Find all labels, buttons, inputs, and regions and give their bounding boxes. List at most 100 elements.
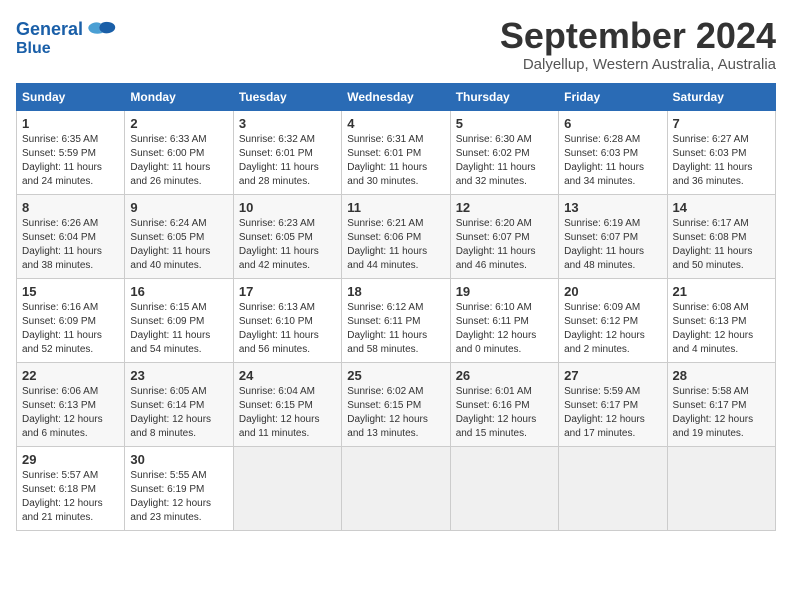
calendar-cell: 30 Sunrise: 5:55 AM Sunset: 6:19 PM Dayl… [125, 446, 233, 530]
day-info: Sunrise: 6:12 AM Sunset: 6:11 PM Dayligh… [347, 301, 444, 357]
day-info: Sunrise: 6:32 AM Sunset: 6:01 PM Dayligh… [239, 133, 336, 189]
day-info: Sunrise: 5:57 AM Sunset: 6:18 PM Dayligh… [22, 469, 119, 525]
sunset-label: Sunset: 6:17 PM [564, 400, 638, 411]
day-info: Sunrise: 6:31 AM Sunset: 6:01 PM Dayligh… [347, 133, 444, 189]
sunset-label: Sunset: 6:09 PM [22, 316, 96, 327]
day-number: 2 [130, 116, 227, 131]
page-header: General Blue September 2024 Dalyellup, W… [16, 16, 776, 73]
day-number: 30 [130, 452, 227, 467]
day-number: 27 [564, 368, 661, 383]
calendar-cell: 8 Sunrise: 6:26 AM Sunset: 6:04 PM Dayli… [17, 194, 125, 278]
sunset-label: Sunset: 6:03 PM [564, 148, 638, 159]
calendar-cell: 25 Sunrise: 6:02 AM Sunset: 6:15 PM Dayl… [342, 362, 450, 446]
sunset-label: Sunset: 6:18 PM [22, 484, 96, 495]
sunrise-label: Sunrise: 5:58 AM [673, 386, 749, 397]
day-info: Sunrise: 6:06 AM Sunset: 6:13 PM Dayligh… [22, 385, 119, 441]
daylight-label: Daylight: 11 hours and 32 minutes. [456, 162, 536, 187]
day-number: 17 [239, 284, 336, 299]
sunset-label: Sunset: 6:05 PM [239, 232, 313, 243]
col-wednesday: Wednesday [342, 83, 450, 110]
day-number: 23 [130, 368, 227, 383]
sunrise-label: Sunrise: 6:23 AM [239, 218, 315, 229]
day-number: 6 [564, 116, 661, 131]
location-text: Dalyellup, Western Australia, Australia [500, 56, 776, 73]
sunrise-label: Sunrise: 6:10 AM [456, 302, 532, 313]
calendar-cell: 15 Sunrise: 6:16 AM Sunset: 6:09 PM Dayl… [17, 278, 125, 362]
sunrise-label: Sunrise: 6:33 AM [130, 134, 206, 145]
col-friday: Friday [559, 83, 667, 110]
col-monday: Monday [125, 83, 233, 110]
sunrise-label: Sunrise: 6:21 AM [347, 218, 423, 229]
calendar-cell: 23 Sunrise: 6:05 AM Sunset: 6:14 PM Dayl… [125, 362, 233, 446]
day-info: Sunrise: 5:59 AM Sunset: 6:17 PM Dayligh… [564, 385, 661, 441]
day-number: 16 [130, 284, 227, 299]
logo: General Blue [16, 20, 117, 58]
sunrise-label: Sunrise: 6:19 AM [564, 218, 640, 229]
day-info: Sunrise: 6:15 AM Sunset: 6:09 PM Dayligh… [130, 301, 227, 357]
sunset-label: Sunset: 6:07 PM [456, 232, 530, 243]
calendar-cell: 24 Sunrise: 6:04 AM Sunset: 6:15 PM Dayl… [233, 362, 341, 446]
daylight-label: Daylight: 11 hours and 38 minutes. [22, 246, 102, 271]
col-tuesday: Tuesday [233, 83, 341, 110]
calendar-cell: 19 Sunrise: 6:10 AM Sunset: 6:11 PM Dayl… [450, 278, 558, 362]
day-number: 26 [456, 368, 553, 383]
daylight-label: Daylight: 11 hours and 56 minutes. [239, 330, 319, 355]
day-info: Sunrise: 6:23 AM Sunset: 6:05 PM Dayligh… [239, 217, 336, 273]
sunset-label: Sunset: 6:08 PM [673, 232, 747, 243]
day-info: Sunrise: 6:27 AM Sunset: 6:03 PM Dayligh… [673, 133, 770, 189]
day-number: 8 [22, 200, 119, 215]
calendar-week-row: 8 Sunrise: 6:26 AM Sunset: 6:04 PM Dayli… [17, 194, 776, 278]
calendar-cell: 29 Sunrise: 5:57 AM Sunset: 6:18 PM Dayl… [17, 446, 125, 530]
day-info: Sunrise: 6:08 AM Sunset: 6:13 PM Dayligh… [673, 301, 770, 357]
sunset-label: Sunset: 6:15 PM [239, 400, 313, 411]
daylight-label: Daylight: 11 hours and 40 minutes. [130, 246, 210, 271]
daylight-label: Daylight: 11 hours and 42 minutes. [239, 246, 319, 271]
daylight-label: Daylight: 11 hours and 34 minutes. [564, 162, 644, 187]
day-info: Sunrise: 6:01 AM Sunset: 6:16 PM Dayligh… [456, 385, 553, 441]
calendar-cell: 13 Sunrise: 6:19 AM Sunset: 6:07 PM Dayl… [559, 194, 667, 278]
sunrise-label: Sunrise: 6:16 AM [22, 302, 98, 313]
sunset-label: Sunset: 6:04 PM [22, 232, 96, 243]
sunrise-label: Sunrise: 6:32 AM [239, 134, 315, 145]
daylight-label: Daylight: 12 hours and 4 minutes. [673, 330, 754, 355]
calendar-cell: 6 Sunrise: 6:28 AM Sunset: 6:03 PM Dayli… [559, 110, 667, 194]
col-sunday: Sunday [17, 83, 125, 110]
day-number: 20 [564, 284, 661, 299]
calendar-cell [450, 446, 558, 530]
daylight-label: Daylight: 12 hours and 13 minutes. [347, 414, 428, 439]
title-block: September 2024 Dalyellup, Western Austra… [500, 16, 776, 73]
daylight-label: Daylight: 11 hours and 30 minutes. [347, 162, 427, 187]
daylight-label: Daylight: 12 hours and 19 minutes. [673, 414, 754, 439]
day-info: Sunrise: 6:17 AM Sunset: 6:08 PM Dayligh… [673, 217, 770, 273]
day-number: 4 [347, 116, 444, 131]
sunrise-label: Sunrise: 6:20 AM [456, 218, 532, 229]
daylight-label: Daylight: 11 hours and 52 minutes. [22, 330, 102, 355]
daylight-label: Daylight: 12 hours and 21 minutes. [22, 498, 103, 523]
daylight-label: Daylight: 11 hours and 54 minutes. [130, 330, 210, 355]
calendar-cell: 27 Sunrise: 5:59 AM Sunset: 6:17 PM Dayl… [559, 362, 667, 446]
daylight-label: Daylight: 11 hours and 58 minutes. [347, 330, 427, 355]
day-number: 15 [22, 284, 119, 299]
day-info: Sunrise: 6:05 AM Sunset: 6:14 PM Dayligh… [130, 385, 227, 441]
daylight-label: Daylight: 11 hours and 48 minutes. [564, 246, 644, 271]
day-number: 24 [239, 368, 336, 383]
day-number: 14 [673, 200, 770, 215]
sunset-label: Sunset: 6:03 PM [673, 148, 747, 159]
sunrise-label: Sunrise: 6:12 AM [347, 302, 423, 313]
col-saturday: Saturday [667, 83, 775, 110]
sunset-label: Sunset: 6:02 PM [456, 148, 530, 159]
calendar-cell: 20 Sunrise: 6:09 AM Sunset: 6:12 PM Dayl… [559, 278, 667, 362]
sunset-label: Sunset: 6:19 PM [130, 484, 204, 495]
day-info: Sunrise: 6:09 AM Sunset: 6:12 PM Dayligh… [564, 301, 661, 357]
sunrise-label: Sunrise: 6:26 AM [22, 218, 98, 229]
calendar-cell: 3 Sunrise: 6:32 AM Sunset: 6:01 PM Dayli… [233, 110, 341, 194]
sunrise-label: Sunrise: 6:28 AM [564, 134, 640, 145]
sunrise-label: Sunrise: 6:06 AM [22, 386, 98, 397]
calendar-cell: 9 Sunrise: 6:24 AM Sunset: 6:05 PM Dayli… [125, 194, 233, 278]
calendar-week-row: 1 Sunrise: 6:35 AM Sunset: 5:59 PM Dayli… [17, 110, 776, 194]
day-number: 9 [130, 200, 227, 215]
sunset-label: Sunset: 6:07 PM [564, 232, 638, 243]
daylight-label: Daylight: 12 hours and 0 minutes. [456, 330, 537, 355]
day-info: Sunrise: 6:20 AM Sunset: 6:07 PM Dayligh… [456, 217, 553, 273]
sunset-label: Sunset: 6:06 PM [347, 232, 421, 243]
